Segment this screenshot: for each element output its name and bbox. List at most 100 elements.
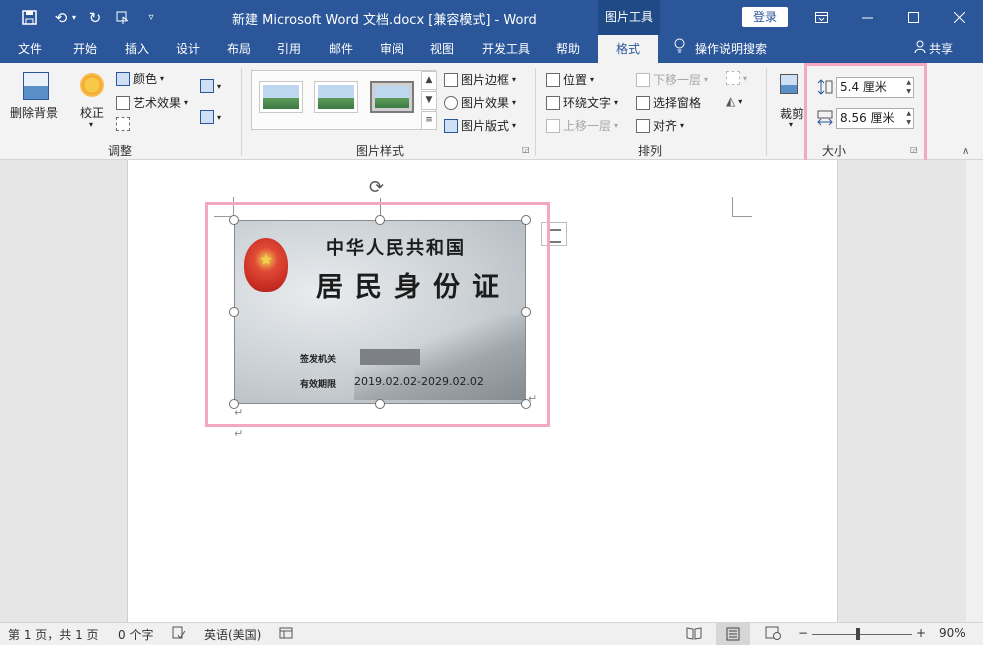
bring-forward-button[interactable]: 上移一层 ▾ <box>546 117 618 134</box>
chevron-down-icon: ▾ <box>743 73 748 83</box>
align-icon <box>636 118 650 133</box>
page-count[interactable]: 第 1 页，共 1 页 <box>8 626 99 643</box>
picture-style-3[interactable] <box>370 81 414 113</box>
send-backward-button[interactable]: 下移一层 ▾ <box>636 71 708 88</box>
wrap-text-label: 环绕文字 <box>563 96 612 110</box>
tell-me-search[interactable]: 操作说明搜索 <box>674 35 767 63</box>
group-label-arrange: 排列 <box>638 144 663 158</box>
zoom-level[interactable]: 90% <box>939 626 966 640</box>
chevron-down-icon: ▾ <box>614 121 619 130</box>
zoom-slider-thumb[interactable] <box>856 628 860 640</box>
tab-developer[interactable]: 开发工具 <box>482 35 530 63</box>
group-objects-icon <box>726 71 740 85</box>
align-label: 对齐 <box>653 119 678 133</box>
rotate-handle-icon[interactable]: ⟳ <box>369 177 384 198</box>
word-count[interactable]: 0 个字 <box>118 626 153 643</box>
selection-pane-icon <box>636 95 650 110</box>
paragraph-mark: ↵ <box>234 427 244 440</box>
minimize-icon[interactable] <box>844 0 890 35</box>
corrections-button[interactable]: 校正 ▾ <box>76 70 108 132</box>
read-mode-icon[interactable] <box>686 626 702 643</box>
ribbon-tabs: 文件 开始 插入 设计 布局 引用 邮件 审阅 视图 开发工具 帮助 格式 操作… <box>0 35 983 63</box>
maximize-icon[interactable] <box>890 0 936 35</box>
picture-border-icon <box>444 72 458 87</box>
vertical-scrollbar[interactable] <box>966 160 983 622</box>
wrap-text-button[interactable]: 环绕文字 ▾ <box>546 94 618 111</box>
print-layout-icon[interactable] <box>716 623 750 645</box>
chevron-down-icon: ▾ <box>217 112 222 122</box>
tab-references[interactable]: 引用 <box>277 35 301 63</box>
lightbulb-icon <box>674 35 686 63</box>
chevron-down-icon: ▾ <box>738 96 743 106</box>
redo-icon[interactable]: ↻ <box>82 0 108 35</box>
undo-dropdown-icon[interactable]: ▾ <box>68 0 80 35</box>
tab-file[interactable]: 文件 <box>18 35 42 63</box>
window-title: 新建 Microsoft Word 文档.docx [兼容模式] - Word <box>232 13 537 28</box>
tab-view[interactable]: 视图 <box>430 35 454 63</box>
picture-style-1[interactable] <box>259 81 303 113</box>
language[interactable]: 英语(美国) <box>204 626 261 643</box>
person-icon <box>914 35 926 63</box>
tab-insert[interactable]: 插入 <box>125 35 149 63</box>
ribbon-display-options-icon[interactable] <box>798 0 844 35</box>
group-separator <box>535 68 536 156</box>
tab-format[interactable]: 格式 <box>598 35 658 63</box>
web-layout-icon[interactable] <box>765 626 781 643</box>
remove-background-button[interactable]: 删除背景 <box>10 70 62 126</box>
tab-mailings[interactable]: 邮件 <box>329 35 353 63</box>
zoom-in-button[interactable]: + <box>916 626 926 640</box>
title-bar: ⟲ ▾ ↻ ▿ 新建 Microsoft Word 文档.docx [兼容模式]… <box>0 0 983 35</box>
tab-layout[interactable]: 布局 <box>227 35 251 63</box>
rotate-button[interactable]: ◭ ▾ <box>726 94 742 108</box>
tab-home[interactable]: 开始 <box>73 35 97 63</box>
align-button[interactable]: 对齐 ▾ <box>636 117 684 134</box>
position-button[interactable]: 位置 ▾ <box>546 71 594 88</box>
chevron-down-icon: ▾ <box>512 75 517 84</box>
customize-quick-access-icon[interactable]: ▿ <box>138 0 164 35</box>
picture-highlight <box>205 202 550 427</box>
gallery-more-icon[interactable]: ≡ <box>421 111 437 130</box>
selection-pane-button[interactable]: 选择窗格 <box>636 94 701 111</box>
gallery-scroll-down-icon[interactable]: ▼ <box>421 91 437 110</box>
tab-review[interactable]: 审阅 <box>380 35 404 63</box>
chevron-down-icon: ▾ <box>789 120 794 129</box>
dialog-launcher-icon[interactable]: ◲ <box>522 145 530 154</box>
picture-border-button[interactable]: 图片边框 ▾ <box>444 71 516 88</box>
picture-effects-button[interactable]: 图片效果 ▾ <box>444 94 516 111</box>
collapse-ribbon-icon[interactable]: ∧ <box>962 146 969 157</box>
bring-forward-label: 上移一层 <box>563 119 612 133</box>
zoom-slider[interactable] <box>812 634 912 635</box>
group-objects-button[interactable]: ▾ <box>726 71 747 85</box>
macro-icon[interactable] <box>279 626 293 643</box>
picture-layout-label: 图片版式 <box>461 119 510 133</box>
change-picture-button[interactable]: ▾ <box>200 110 221 124</box>
chevron-down-icon: ▾ <box>89 120 94 129</box>
landscape-thumbnail <box>318 85 354 109</box>
picture-effects-icon <box>444 95 458 110</box>
sun-icon <box>80 73 104 97</box>
color-button[interactable]: 颜色 ▾ <box>116 70 164 87</box>
margin-corner-mark <box>732 197 752 217</box>
touch-mode-icon[interactable] <box>110 0 136 35</box>
rotate-objects-icon: ◭ <box>726 94 736 108</box>
close-icon[interactable] <box>936 0 982 35</box>
color-icon <box>116 71 130 86</box>
landscape-thumbnail <box>375 86 409 108</box>
transparency-button[interactable] <box>116 117 130 131</box>
save-icon[interactable] <box>16 0 42 35</box>
login-button[interactable]: 登录 <box>742 7 788 27</box>
artistic-effects-button[interactable]: 艺术效果 ▾ <box>116 94 188 111</box>
tab-help[interactable]: 帮助 <box>556 35 580 63</box>
compress-pictures-button[interactable]: ▾ <box>200 79 221 93</box>
tell-me-label: 操作说明搜索 <box>695 42 768 56</box>
tab-design[interactable]: 设计 <box>176 35 200 63</box>
zoom-out-button[interactable]: − <box>798 626 808 640</box>
chevron-down-icon: ▾ <box>590 75 595 84</box>
picture-style-2[interactable] <box>314 81 358 113</box>
proofing-icon[interactable] <box>172 626 186 643</box>
picture-layout-button[interactable]: 图片版式 ▾ <box>444 117 516 134</box>
position-icon <box>546 72 560 87</box>
gallery-scroll-up-icon[interactable]: ▲ <box>421 71 437 90</box>
share-button[interactable]: 共享 <box>914 35 953 63</box>
picture-tools-context-label: 图片工具 <box>598 0 660 35</box>
